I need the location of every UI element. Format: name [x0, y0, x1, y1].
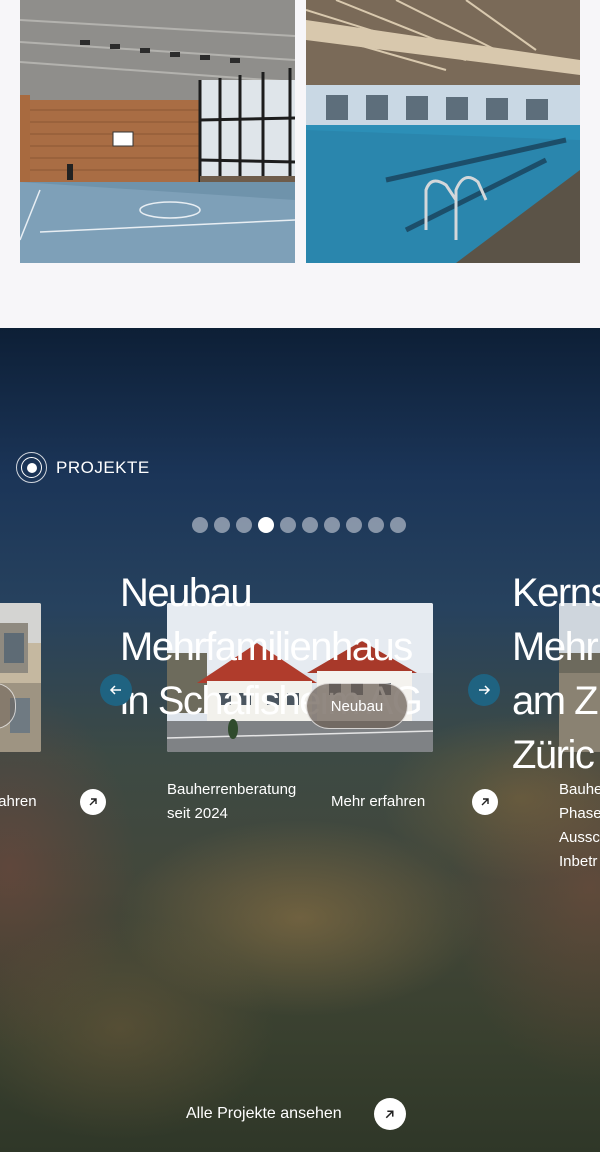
pagination-dot[interactable]	[192, 517, 208, 533]
carousel-prev-button[interactable]	[100, 674, 132, 706]
arrow-left-icon	[109, 685, 121, 695]
more-link-main[interactable]: Mehr erfahren	[331, 793, 425, 810]
section-title: PROJEKTE	[56, 457, 150, 477]
pagination-dot[interactable]	[302, 517, 318, 533]
slide-title-right[interactable]: Kerns Mehr am Z Züric	[512, 566, 600, 782]
pagination-dot[interactable]	[368, 517, 384, 533]
pagination-dot[interactable]	[280, 517, 296, 533]
more-link-left[interactable]: fahren	[0, 793, 37, 810]
slide-image-left	[0, 603, 41, 752]
pagination-dot[interactable]	[236, 517, 252, 533]
arrow-up-right-icon[interactable]	[373, 1098, 406, 1130]
pagination-dot[interactable]	[324, 517, 340, 533]
category-badge: Neubau	[306, 683, 408, 729]
gym-photo	[20, 0, 295, 263]
all-projects-label: Alle Projekte ansehen	[186, 1105, 342, 1122]
pool-photo	[306, 0, 580, 263]
slide-description-main: Bauherrenberatung seit 2024	[167, 781, 297, 822]
carousel-pagination	[192, 517, 406, 533]
arrow-up-right-icon[interactable]	[80, 789, 106, 815]
all-projects-link[interactable]: Alle Projekte ansehen	[186, 1098, 406, 1130]
arrow-up-right-icon[interactable]	[472, 789, 498, 815]
image-gallery	[0, 0, 600, 328]
slide-description-right: Bauhe Phase Aussc Inbetr	[559, 781, 600, 870]
pagination-dot[interactable]	[390, 517, 406, 533]
section-label: PROJEKTE	[16, 452, 150, 483]
pagination-dot[interactable]	[258, 517, 274, 533]
pagination-dot[interactable]	[214, 517, 230, 533]
target-icon	[16, 452, 47, 483]
arrow-right-icon	[479, 685, 491, 695]
projects-section: PROJEKTE fahren	[0, 328, 600, 1152]
pagination-dot[interactable]	[346, 517, 362, 533]
carousel-next-button[interactable]	[468, 674, 500, 706]
